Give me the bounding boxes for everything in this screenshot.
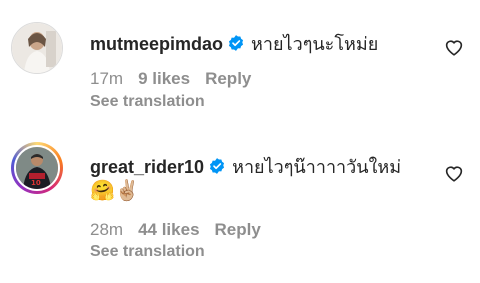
see-translation-link[interactable]: See translation xyxy=(90,243,205,261)
comment-header: mutmeepimdao หายไวๆนะโหม่ย xyxy=(90,29,378,58)
timestamp: 17m xyxy=(90,69,124,88)
verified-badge-icon xyxy=(208,157,226,180)
likes-count[interactable]: 44 likes xyxy=(138,220,199,239)
comment-text: หายไวๆนะโหม่ย xyxy=(251,34,379,54)
username[interactable]: mutmeepimdao xyxy=(90,34,223,54)
heart-outline-icon[interactable] xyxy=(444,38,464,61)
avatar[interactable] xyxy=(11,22,63,74)
comment-text: หายไวๆน๊าาาาวันใหม่ xyxy=(232,157,402,177)
avatar-photo xyxy=(12,23,62,73)
comment-meta: 28m 44 likes Reply xyxy=(90,220,276,240)
comment-meta: 17m 9 likes Reply xyxy=(90,69,266,89)
heart-outline-icon[interactable] xyxy=(444,164,464,187)
timestamp: 28m xyxy=(90,220,124,239)
svg-text:10: 10 xyxy=(31,179,41,187)
comment-1: mutmeepimdao หายไวๆนะโหม่ย 17m 9 likes Repl… xyxy=(0,0,480,130)
comment-header: great_rider10 หายไวๆน๊าาาาวันใหม่ xyxy=(90,152,401,181)
comment-emoji: 🤗✌🏼 xyxy=(90,180,140,202)
avatar-photo: 10 xyxy=(14,145,60,191)
reply-button[interactable]: Reply xyxy=(205,69,251,88)
verified-badge-icon xyxy=(227,34,245,57)
avatar[interactable]: 10 xyxy=(11,142,63,194)
comment-2: 10 great_rider10 หายไวๆน๊าาาาวันใหม่ 🤗✌🏼 … xyxy=(0,130,480,283)
likes-count[interactable]: 9 likes xyxy=(138,69,190,88)
reply-button[interactable]: Reply xyxy=(215,220,261,239)
see-translation-link[interactable]: See translation xyxy=(90,93,205,111)
username[interactable]: great_rider10 xyxy=(90,157,204,177)
